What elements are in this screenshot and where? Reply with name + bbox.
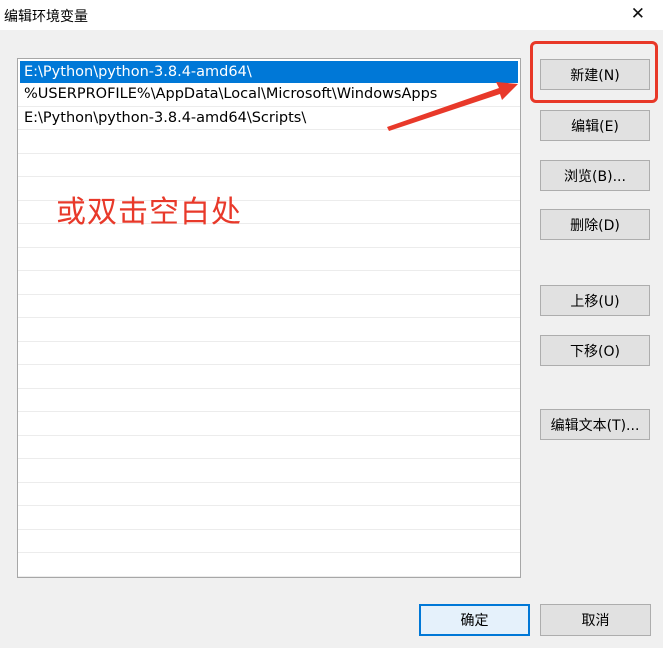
move-up-button[interactable]: 上移(U)	[540, 285, 650, 316]
browse-button[interactable]: 浏览(B)...	[540, 160, 650, 191]
ok-button[interactable]: 确定	[419, 604, 530, 636]
delete-button[interactable]: 删除(D)	[540, 209, 650, 240]
cancel-button[interactable]: 取消	[540, 604, 651, 636]
arrow-shape	[387, 82, 518, 131]
edit-text-button[interactable]: 编辑文本(T)...	[540, 409, 650, 440]
edit-button[interactable]: 编辑(E)	[540, 110, 650, 141]
new-button[interactable]: 新建(N)	[540, 59, 650, 90]
move-down-button[interactable]: 下移(O)	[540, 335, 650, 366]
